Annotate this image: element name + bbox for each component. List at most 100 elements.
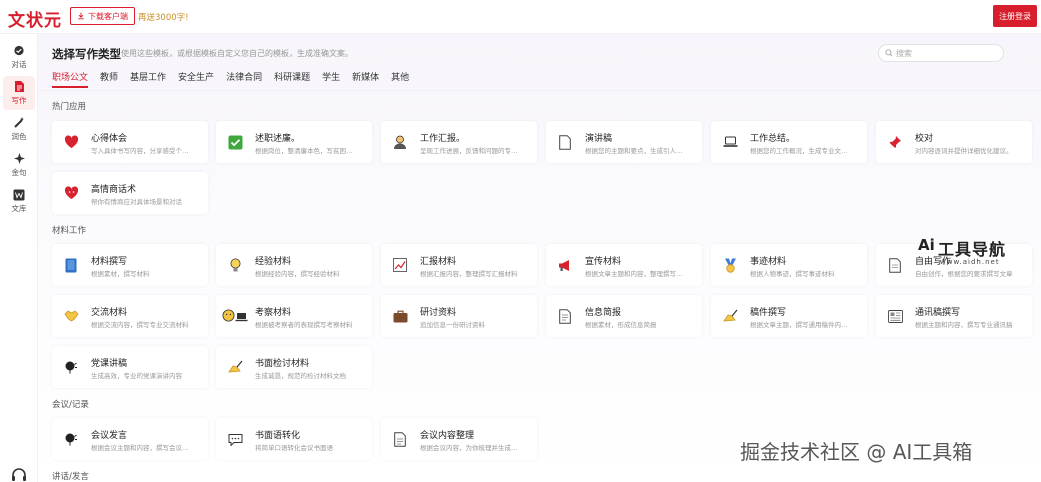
- card-jiantao[interactable]: 书面检讨材料 生成诚恳，规范的检讨材料文档: [216, 346, 372, 388]
- card-desc: 根据被考察者的表现撰写考察材料: [255, 321, 353, 329]
- section-title-hot: 热门应用: [52, 102, 87, 112]
- pin-icon: [886, 133, 904, 151]
- heart-face-icon: [62, 184, 80, 202]
- card-shuzhi[interactable]: 述职述廉。 根据岗位，整清廉本色，写贫困…: [216, 121, 372, 163]
- card-gaoqingshang[interactable]: 高情商话术 帮你有情商应对具体场景和对话: [52, 172, 208, 214]
- laptop-icon: [721, 133, 739, 151]
- watermark-bottom: 掘金技术社区 @ AI工具箱: [740, 440, 973, 464]
- card-desc: 根据会议主题和内容，撰写会议…: [91, 444, 189, 452]
- app-logo[interactable]: 文状元: [8, 6, 62, 31]
- sidebar-item-label: 文库: [11, 204, 27, 213]
- tab-new-media[interactable]: 新媒体: [352, 70, 379, 88]
- category-tabs: 职场公文 教师 基层工作 安全生产 法律合同 科研课题 学生 新媒体 其他: [52, 70, 421, 88]
- card-title: 书面语转化: [255, 431, 301, 441]
- card-yanjiang[interactable]: 演讲稿 根据您的主题和要点，生成引人…: [546, 121, 702, 163]
- card-huiyi-zhengli[interactable]: 会议内容整理 根据会议内容，为你梳理并生成…: [381, 418, 537, 460]
- tab-teacher[interactable]: 教师: [100, 70, 118, 88]
- tab-safety[interactable]: 安全生产: [178, 70, 214, 88]
- top-bar: 文状元 下载客户端 再送3000字! 注册登录: [0, 0, 1041, 34]
- card-gaojian[interactable]: 稿件撰写 根据文章主题，撰写通用稿件内…: [711, 295, 867, 337]
- tab-grassroots[interactable]: 基层工作: [130, 70, 166, 88]
- sparkle-icon: [13, 152, 26, 165]
- card-zongjie[interactable]: 工作总结。 根据您的工作概况，生成专业文…: [711, 121, 867, 163]
- sidebar-item-chat[interactable]: 对话: [3, 40, 35, 74]
- card-tongxun[interactable]: 通讯稿撰写 根据主题和内容，撰写专业通讯稿: [876, 295, 1032, 337]
- tab-research[interactable]: 科研课题: [274, 70, 310, 88]
- card-huiyi-fayan[interactable]: 会议发言 根据会议主题和内容，撰写会议…: [52, 418, 208, 460]
- megaphone-icon: [556, 256, 574, 274]
- card-desc: 帮你有情商应对具体场景和对话: [91, 198, 182, 206]
- card-title: 信息简报: [585, 308, 622, 318]
- tab-workplace[interactable]: 职场公文: [52, 70, 89, 88]
- headset-icon[interactable]: [11, 468, 27, 482]
- card-title: 演讲稿: [585, 134, 613, 144]
- card-title: 经验材料: [255, 257, 292, 267]
- page-icon: [556, 133, 574, 151]
- document-icon: [13, 80, 26, 93]
- card-huibao-cailiao[interactable]: 汇报材料 根据汇报内容，整理撰写汇报材料: [381, 244, 537, 286]
- search-placeholder: 搜索: [896, 48, 912, 58]
- watermark-logo: Ai 工具导航 www.aidh.net: [918, 236, 1028, 272]
- paper-icon: [886, 256, 904, 274]
- card-yantao[interactable]: 研讨资料 追加信息一份研讨资料: [381, 295, 537, 337]
- sidebar-item-polish[interactable]: 润色: [3, 112, 35, 146]
- card-jiaodui[interactable]: 校对 对内容逐词并提供详细优化建议。: [876, 121, 1032, 163]
- section-title-meetings: 会议/记录: [52, 400, 89, 410]
- card-desc: 生成高效，专业的党课演讲内容: [91, 372, 182, 380]
- card-title: 研讨资料: [420, 308, 457, 318]
- sidebar-item-writing[interactable]: 写作: [3, 76, 35, 110]
- sidebar: 对话 写作 润色 金句 文库: [0, 34, 38, 482]
- download-icon: [78, 12, 84, 20]
- card-title: 述职述廉。: [255, 134, 301, 144]
- promo-text: 再送3000字!: [138, 13, 189, 23]
- card-desc: 写入具体书写内容，分享感受个…: [91, 147, 189, 155]
- card-xuanchuan[interactable]: 宣传材料 根据文章主题和内容，整理撰写…: [546, 244, 702, 286]
- card-title: 事迹材料: [750, 257, 787, 267]
- medal-icon: [721, 256, 739, 274]
- login-register-button[interactable]: 注册登录: [993, 5, 1037, 27]
- card-title: 宣传材料: [585, 257, 622, 267]
- card-jiaoliu[interactable]: 交流材料 根据交流内容，撰写专业交流材料: [52, 295, 208, 337]
- card-title: 汇报材料: [420, 257, 457, 267]
- card-title: 书面检讨材料: [255, 359, 310, 369]
- card-shiji[interactable]: 事迹材料 根据人物事迹，撰写事迹材料: [711, 244, 867, 286]
- card-kaocha[interactable]: 考察材料 根据被考察者的表现撰写考察材料: [216, 295, 372, 337]
- book-icon: [62, 256, 80, 274]
- card-title: 高情商话术: [91, 185, 137, 195]
- tab-legal[interactable]: 法律合同: [226, 70, 262, 88]
- card-title: 会议发言: [91, 431, 128, 441]
- card-title: 工作总结。: [750, 134, 796, 144]
- card-desc: 对内容逐词并提供详细优化建议。: [915, 147, 1013, 155]
- section-title-speeches: 讲话/发言: [52, 472, 89, 482]
- card-title: 稿件撰写: [750, 308, 787, 318]
- sidebar-item-library[interactable]: 文库: [3, 184, 35, 218]
- speaker-icon: [62, 430, 80, 448]
- library-icon: [13, 188, 26, 201]
- card-title: 材料撰写: [91, 257, 128, 267]
- card-xinxi[interactable]: 信息简报 根据素材，形成信息简报: [546, 295, 702, 337]
- briefcase-icon: [391, 307, 409, 325]
- sidebar-item-quotes[interactable]: 金句: [3, 148, 35, 182]
- tab-other[interactable]: 其他: [391, 70, 409, 88]
- card-huibao[interactable]: 工作汇报。 呈现工作进展，反馈和问题的专…: [381, 121, 537, 163]
- card-cailiao-zhuanxie[interactable]: 材料撰写 根据素材，撰写材料: [52, 244, 208, 286]
- card-xinde[interactable]: 心得体会 写入具体书写内容，分享感受个…: [52, 121, 208, 163]
- card-desc: 根据文章主题和内容，整理撰写…: [585, 270, 683, 278]
- tab-student[interactable]: 学生: [322, 70, 340, 88]
- newspaper-icon: [886, 307, 904, 325]
- watermark-logo-ai: Ai: [918, 236, 935, 254]
- download-client-button[interactable]: 下载客户端: [70, 7, 135, 25]
- card-desc: 根据主题和内容，撰写专业通讯稿: [915, 321, 1013, 329]
- download-client-label: 下载客户端: [88, 11, 128, 21]
- card-shumianyu[interactable]: 书面语转化 将简单口语转化会议书面语: [216, 418, 372, 460]
- card-desc: 追加信息一份研讨资料: [420, 321, 485, 329]
- sidebar-item-label: 润色: [11, 132, 27, 141]
- card-dangke[interactable]: 党课讲稿 生成高效，专业的党课演讲内容: [52, 346, 208, 388]
- chat-icon: [13, 44, 26, 57]
- card-title: 校对: [915, 134, 934, 144]
- card-title: 考察材料: [255, 308, 292, 318]
- handshake-icon: [62, 307, 80, 325]
- search-input[interactable]: 搜索: [878, 44, 1004, 62]
- card-desc: 根据您的工作概况，生成专业文…: [750, 147, 848, 155]
- card-jingyan[interactable]: 经验材料 根据经验内容，撰写经验材料: [216, 244, 372, 286]
